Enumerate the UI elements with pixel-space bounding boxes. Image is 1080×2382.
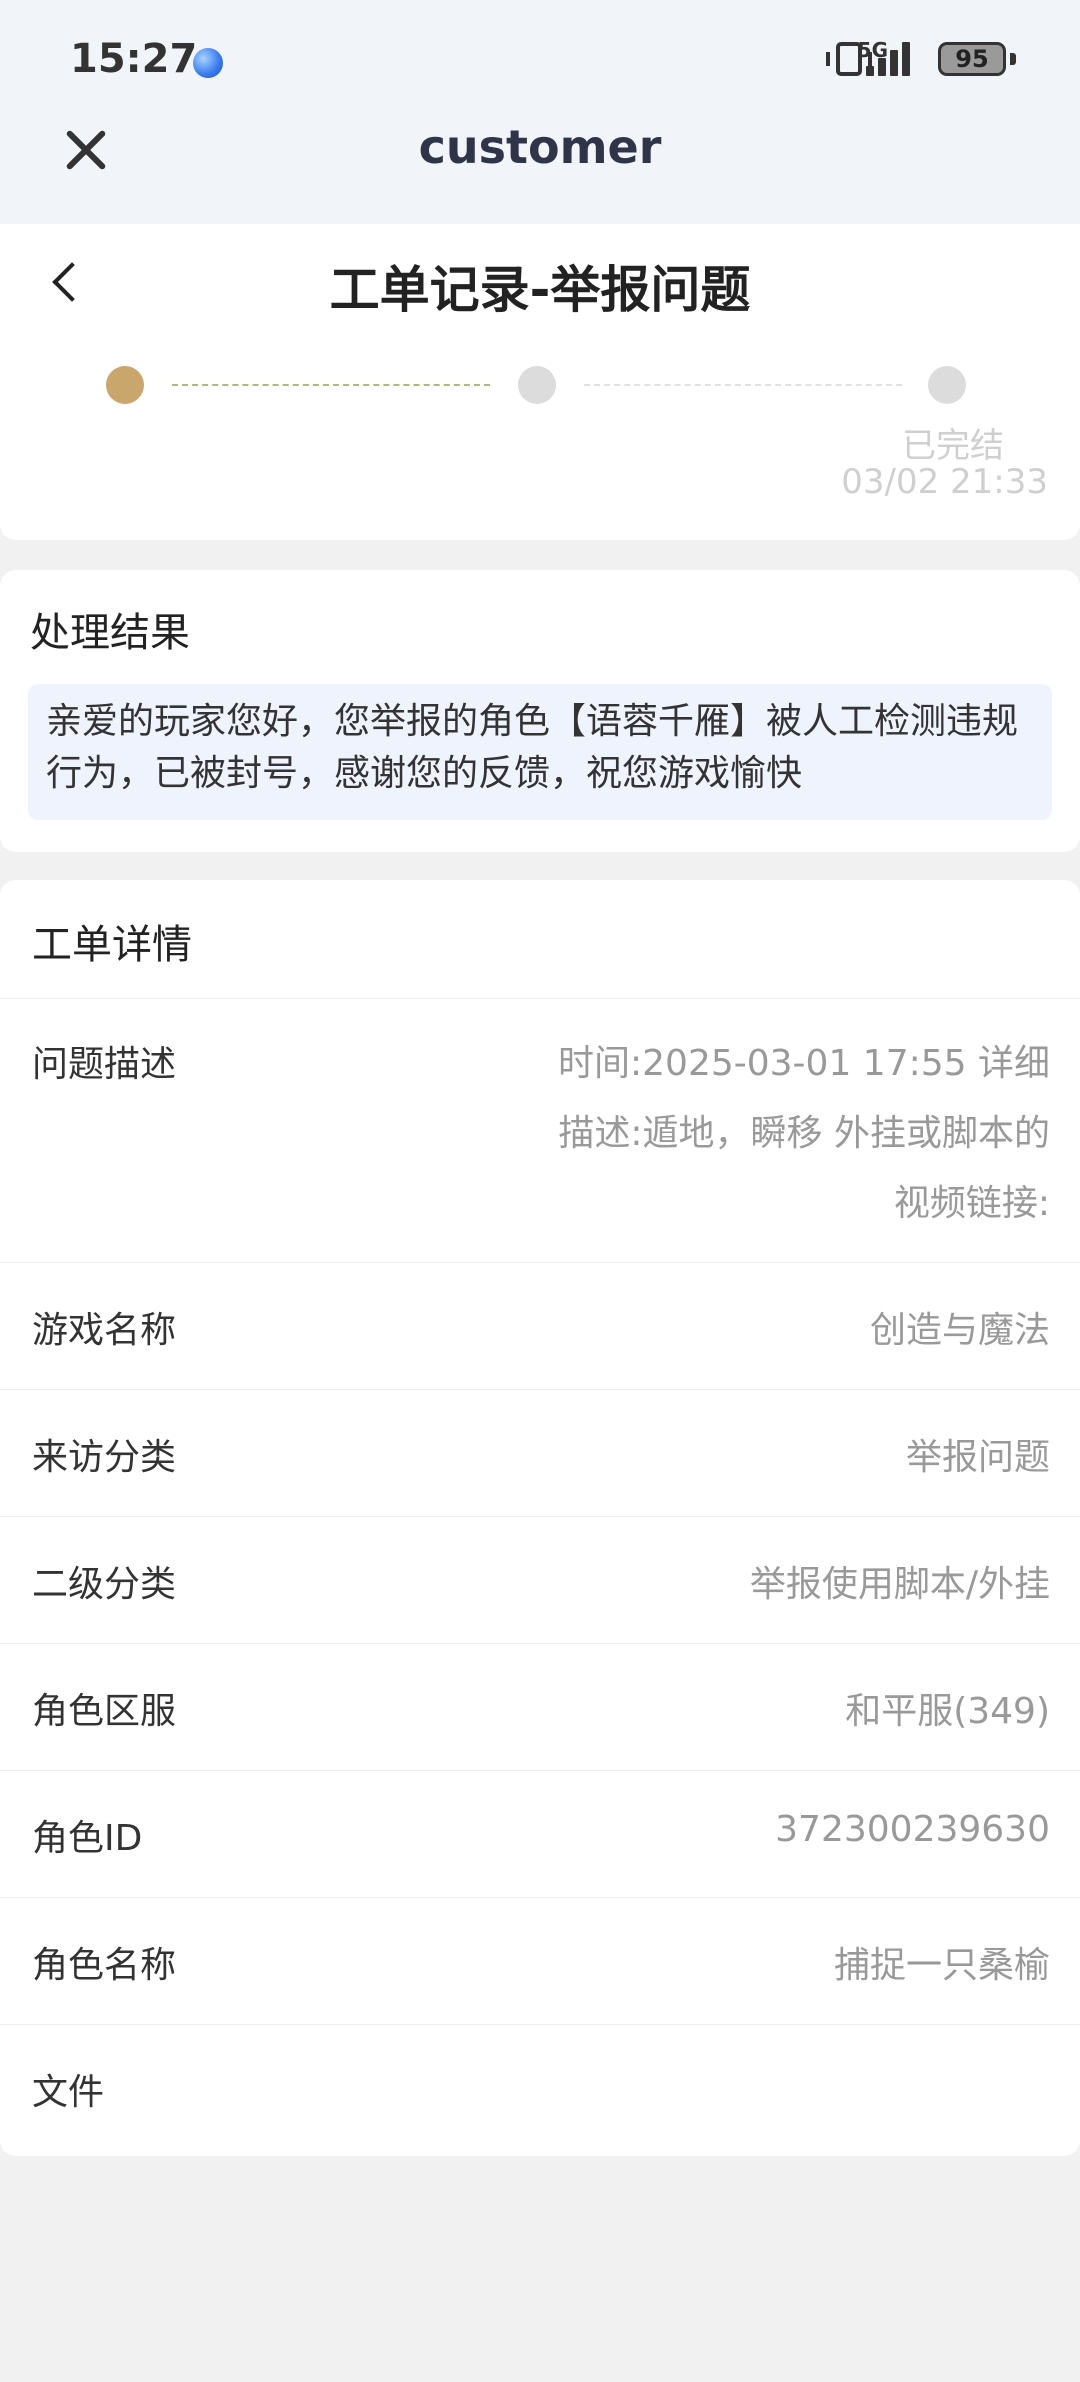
webview-title: customer [418, 120, 662, 174]
status-time: 15:27 [70, 36, 198, 82]
row-value: 372300239630 [775, 1809, 1050, 1850]
row-label: 问题描述 [32, 1044, 177, 1085]
detail-row-role-name: 角色名称 捕捉一只桑榆 [0, 1897, 1080, 2024]
row-value: 举报使用脚本/外挂 [749, 1564, 1050, 1605]
row-value: 创造与魔法 [869, 1310, 1050, 1351]
result-text: 亲爱的玩家您好，您举报的角色【语蓉千雁】被人工检测违规行为，已被封号，感谢您的反… [28, 684, 1052, 820]
row-label: 二级分类 [32, 1564, 177, 1605]
detail-row-category: 来访分类 举报问题 [0, 1389, 1080, 1516]
result-title: 处理结果 [30, 610, 190, 656]
battery-tip [1010, 53, 1016, 65]
top-bar: 15:27 5G 95 customer [0, 0, 1080, 224]
row-value: 捕捉一只桑榆 [833, 1945, 1050, 1986]
detail-row-game: 游戏名称 创造与魔法 [0, 1262, 1080, 1389]
result-card: 处理结果 亲爱的玩家您好，您举报的角色【语蓉千雁】被人工检测违规行为，已被封号，… [0, 570, 1080, 852]
battery-level: 95 [955, 45, 989, 73]
detail-card: 工单详情 问题描述 时间:2025-03-01 17:55 详细描述:遁地，瞬移… [0, 880, 1080, 2156]
row-label: 角色名称 [32, 1945, 177, 1986]
row-label: 来访分类 [32, 1437, 177, 1478]
row-label: 角色区服 [32, 1691, 177, 1732]
row-label: 游戏名称 [32, 1310, 177, 1351]
step-status: 已完结 [902, 426, 1004, 466]
row-label: 角色ID [32, 1818, 143, 1859]
detail-row-subcategory: 二级分类 举报使用脚本/外挂 [0, 1516, 1080, 1643]
row-label: 文件 [32, 2072, 105, 2113]
row-value: 举报问题 [905, 1437, 1050, 1478]
progress-card: 已完结 03/02 21:33 [0, 342, 1080, 540]
step-line-1 [172, 384, 490, 386]
step-1-dot [106, 366, 144, 404]
detail-row-file: 文件 [0, 2024, 1080, 2156]
step-2-dot [518, 366, 556, 404]
step-3-dot [928, 366, 966, 404]
detail-row-description: 问题描述 时间:2025-03-01 17:55 详细描述:遁地，瞬移 外挂或脚… [0, 998, 1080, 1262]
detail-row-role-id: 角色ID 372300239630 [0, 1770, 1080, 1897]
page-header: 工单记录-举报问题 [0, 224, 1080, 342]
signal-icon [866, 40, 918, 76]
battery-icon: 95 [938, 42, 1006, 76]
browser-icon [193, 48, 223, 78]
page-title: 工单记录-举报问题 [329, 261, 751, 319]
detail-row-server: 角色区服 和平服(349) [0, 1643, 1080, 1770]
detail-title: 工单详情 [32, 922, 192, 968]
row-value: 和平服(349) [845, 1691, 1050, 1732]
step-time: 03/02 21:33 [841, 462, 1048, 502]
row-value: 时间:2025-03-01 17:55 详细描述:遁地，瞬移 外挂或脚本的视频链… [558, 1043, 1050, 1224]
step-line-2 [584, 384, 902, 386]
status-icons: 5G 95 [756, 38, 1016, 84]
